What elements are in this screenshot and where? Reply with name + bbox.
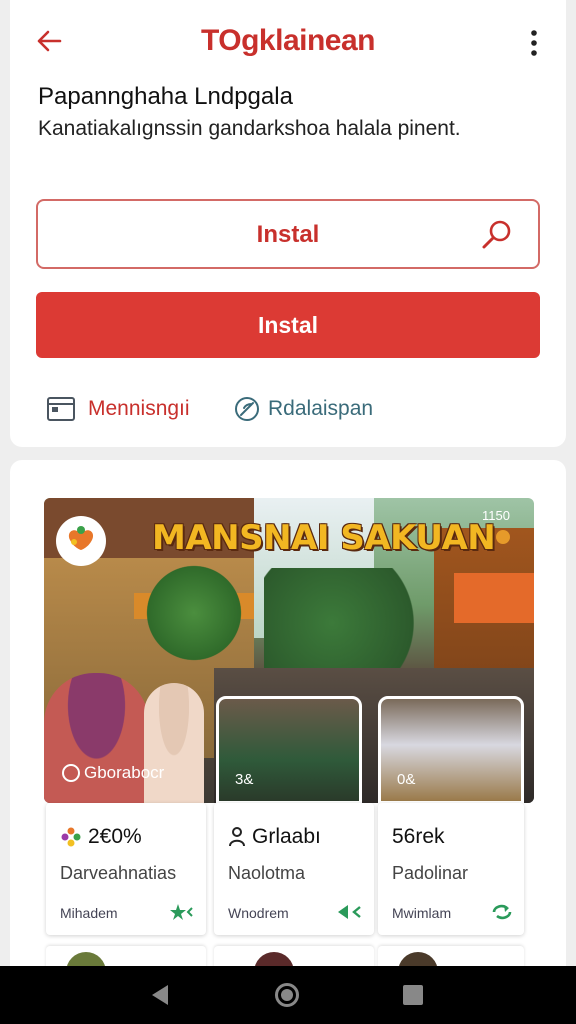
search-icon [482, 220, 511, 249]
notification-dot [496, 530, 510, 544]
stat-value-text: 2€0% [88, 825, 142, 848]
link-row: Mennisngıi Rdalaispan [46, 392, 373, 426]
install-button[interactable]: Instal [36, 292, 540, 358]
more-options-icon[interactable] [522, 28, 546, 58]
stat-value: Grlaabı [228, 825, 321, 849]
thumbnail-1[interactable]: 3& [216, 696, 362, 804]
app-card: TOgklainean Papannghaha Lndpgala Kanatia… [10, 0, 566, 447]
stat-card[interactable]: Grlaabı Naolotma Wnodrem [214, 803, 374, 935]
stat-label: Naolotma [228, 863, 306, 883]
system-nav-bar [0, 966, 576, 1024]
flower-icon [61, 827, 81, 847]
manage-link[interactable]: Mennisngıi [46, 395, 190, 423]
refresh-icon [492, 904, 512, 920]
manage-link-label: Mennisngıi [88, 397, 190, 420]
stat-value-text: 56rek [392, 825, 445, 848]
app-bar: TOgklainean [10, 0, 566, 88]
banner-caption: Gborabocr [62, 763, 164, 783]
stat-label: Padolinar [392, 863, 469, 883]
share-icon [338, 905, 361, 919]
banner-title: MANSNAI SAKUAN [152, 518, 496, 558]
app-logo [56, 516, 106, 566]
banner-count: 1150 [482, 508, 510, 523]
app-title: TOgklainean [200, 24, 376, 57]
stat-footer: Wnodrem [228, 905, 289, 921]
leaf-icon [235, 397, 259, 421]
nav-back-icon[interactable] [150, 984, 170, 1006]
stat-value: 56rek [392, 825, 445, 849]
star-icon [170, 904, 193, 920]
install-search-button[interactable]: Instal [36, 199, 540, 269]
thumbnail-2[interactable]: 0& [378, 696, 524, 804]
nav-home-icon[interactable] [275, 983, 299, 1007]
thumbnail-2-label: 0& [397, 771, 416, 788]
stat-card[interactable]: 2€0% Darveahnatias Mihadem [46, 803, 206, 935]
install-button-label: Instal [257, 312, 319, 338]
window-icon [47, 397, 75, 421]
stat-footer: Mwimlam [392, 905, 452, 921]
details-link[interactable]: Rdalaispan [234, 392, 373, 426]
install-search-label: Instal [256, 221, 320, 248]
thumbnail-1-label: 3& [235, 771, 254, 788]
details-link-label: Rdalaispan [268, 397, 374, 420]
stat-value-text: Grlaabı [252, 825, 321, 848]
stat-value: 2€0% [60, 825, 142, 849]
stat-card[interactable]: 56rek Padolinar Mwimlam [378, 803, 524, 935]
ring-icon [62, 764, 80, 782]
person-icon [229, 827, 245, 847]
featured-card: MANSNAI SAKUAN 1150 Gborabocr 3& 0& 2€0%… [10, 460, 566, 992]
page-heading: Papannghaha Lndpgala [38, 83, 293, 110]
page-description: Kanatiakalıgnssin gandarkshoa halala pin… [38, 117, 461, 140]
banner-caption-text: Gborabocr [84, 763, 165, 782]
stat-label: Darveahnatias [60, 863, 177, 883]
nav-recents-icon[interactable] [403, 985, 423, 1005]
stat-footer: Mihadem [60, 905, 118, 921]
